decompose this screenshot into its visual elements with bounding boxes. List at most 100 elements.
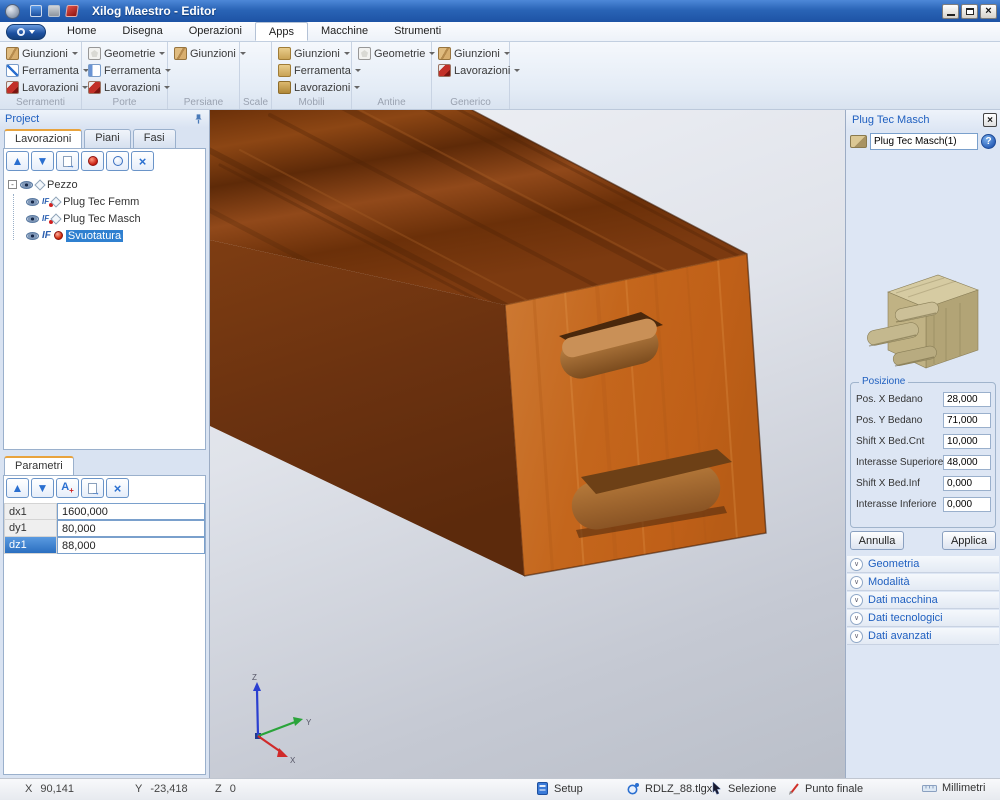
param-move-down-button[interactable]: ▼ [31, 478, 54, 498]
accordion-dati-macchina[interactable]: ∨ Dati macchina [847, 592, 999, 609]
mobili-giunzioni-button[interactable]: Giunzioni [276, 45, 351, 62]
eye-icon[interactable] [26, 215, 39, 223]
tab-lavorazioni[interactable]: Lavorazioni [4, 129, 82, 148]
delete-button[interactable]: × [131, 151, 154, 171]
axis-z-label: Z [252, 673, 257, 682]
ferramenta-icon [88, 64, 101, 77]
tab-operazioni[interactable]: Operazioni [176, 22, 255, 41]
add-parameter-button[interactable]: A+ [56, 478, 79, 498]
giunzioni-icon [6, 47, 19, 60]
param-export-button[interactable] [81, 478, 104, 498]
ribbon-tab-row: Home Disegna Operazioni Apps Macchine St… [0, 22, 1000, 42]
param-move-up-button[interactable]: ▲ [6, 478, 29, 498]
plug-name-input[interactable] [870, 133, 978, 150]
eye-icon[interactable] [20, 181, 33, 189]
param-delete-button[interactable]: × [106, 478, 129, 498]
shift-x-bed-cnt-input[interactable] [943, 434, 991, 449]
persiane-giunzioni-button[interactable]: Giunzioni [172, 45, 239, 62]
tab-home[interactable]: Home [54, 22, 109, 41]
geometrie-icon [358, 47, 371, 60]
lavorazioni-tree-area: ▲ ▼ × - Pezzo IF Plug T [3, 148, 206, 450]
tree-item-plug-tec-masch[interactable]: IF Plug Tec Masch [4, 210, 205, 227]
lamp-off-button[interactable] [106, 151, 129, 171]
accordion-geometria[interactable]: ∨ Geometria [847, 556, 999, 573]
parametri-toolbar: ▲ ▼ A+ × [4, 476, 205, 501]
tab-parametri[interactable]: Parametri [4, 456, 74, 475]
interasse-inferiore-input[interactable] [943, 497, 991, 512]
statusbar-setup[interactable]: Setup [537, 782, 583, 795]
add-parameter-icon: A+ [61, 482, 74, 495]
pos-x-bedano-input[interactable] [943, 392, 991, 407]
undo-icon[interactable] [48, 5, 60, 17]
tab-macchine[interactable]: Macchine [308, 22, 381, 41]
help-button[interactable]: ? [981, 134, 996, 149]
param-name-dx1[interactable]: dx1 [4, 503, 57, 520]
tab-apps[interactable]: Apps [255, 22, 308, 41]
statusbar-punto-finale[interactable]: Punto finale [788, 782, 863, 795]
plug-panel-header: Plug Tec Masch × [846, 110, 1000, 130]
tree-item-plug-tec-femm[interactable]: IF Plug Tec Femm [4, 193, 205, 210]
param-name-dy1[interactable]: dy1 [4, 520, 57, 537]
save-icon[interactable] [30, 5, 42, 17]
antine-geometrie-button[interactable]: Geometrie [356, 45, 431, 62]
tab-fasi[interactable]: Fasi [133, 129, 176, 148]
move-down-button[interactable]: ▼ [31, 151, 54, 171]
serramenti-ferramenta-button[interactable]: Ferramenta [4, 62, 81, 79]
tree-item-svuotatura[interactable]: IF Svuotatura [4, 227, 205, 244]
param-value-dy1[interactable] [57, 520, 205, 537]
param-name-dz1[interactable]: dz1 [4, 537, 57, 554]
app-logo-icon[interactable] [5, 4, 20, 19]
statusbar-selezione[interactable]: Selezione [712, 782, 776, 795]
export-button[interactable] [56, 151, 79, 171]
porte-geometrie-button[interactable]: Geometrie [86, 45, 167, 62]
tab-piani[interactable]: Piani [84, 129, 130, 148]
mobili-ferramenta-button[interactable]: Ferramenta [276, 62, 351, 79]
field-row: Shift X Bed.Inf [856, 475, 991, 491]
interasse-superiore-input[interactable] [943, 455, 991, 470]
lamp-on-button[interactable] [81, 151, 104, 171]
parametri-tabs: Parametri [0, 455, 209, 475]
giunzioni-icon [438, 47, 451, 60]
application-menu-button[interactable] [6, 24, 46, 40]
accordion-dati-avanzati[interactable]: ∨ Dati avanzati [847, 628, 999, 645]
move-up-button[interactable]: ▲ [6, 151, 29, 171]
porte-lavorazioni-button[interactable]: Lavorazioni [86, 79, 167, 96]
mobili-lavorazioni-button[interactable]: Lavorazioni [276, 79, 351, 96]
group-caption: Serramenti [0, 97, 81, 108]
ribbon-group-generico: Giunzioni Lavorazioni Generico [432, 42, 510, 109]
restore-button[interactable] [961, 4, 978, 19]
param-value-dz1[interactable] [57, 537, 205, 554]
porte-ferramenta-button[interactable]: Ferramenta [86, 62, 167, 79]
tab-disegna[interactable]: Disegna [109, 22, 175, 41]
posizione-legend: Posizione [859, 376, 908, 387]
annulla-button[interactable]: Annulla [850, 531, 904, 550]
generico-giunzioni-button[interactable]: Giunzioni [436, 45, 509, 62]
minimize-button[interactable] [942, 4, 959, 19]
collapse-icon[interactable]: - [8, 180, 17, 189]
table-row: dy1 [4, 520, 205, 537]
applica-button[interactable]: Applica [942, 531, 996, 550]
tree-item-pezzo[interactable]: - Pezzo [4, 176, 205, 193]
field-row: Interasse Inferiore [856, 496, 991, 512]
generico-lavorazioni-button[interactable]: Lavorazioni [436, 62, 509, 79]
pos-y-bedano-input[interactable] [943, 413, 991, 428]
accordion-dati-tecnologici[interactable]: ∨ Dati tecnologici [847, 610, 999, 627]
param-value-dx1[interactable] [57, 503, 205, 520]
close-button[interactable]: × [980, 4, 997, 19]
tab-strumenti[interactable]: Strumenti [381, 22, 454, 41]
shift-x-bed-inf-input[interactable] [943, 476, 991, 491]
pin-icon[interactable] [193, 113, 204, 125]
serramenti-giunzioni-button[interactable]: Giunzioni [4, 45, 81, 62]
accordion-modalita[interactable]: ∨ Modalità [847, 574, 999, 591]
table-row: dz1 [4, 537, 205, 554]
viewport-3d[interactable]: Z Y X [210, 110, 845, 778]
eye-icon[interactable] [26, 198, 39, 206]
project-panel-header: Project [0, 110, 209, 128]
panel-close-button[interactable]: × [983, 113, 997, 127]
statusbar-millimetri[interactable]: Millimetri [922, 782, 985, 794]
eye-icon[interactable] [26, 232, 39, 240]
arrow-up-icon: ▲ [12, 155, 24, 167]
statusbar-filename[interactable]: RDLZ_88.tlgx [627, 782, 712, 795]
print-icon[interactable] [65, 5, 79, 17]
serramenti-lavorazioni-button[interactable]: Lavorazioni [4, 79, 81, 96]
